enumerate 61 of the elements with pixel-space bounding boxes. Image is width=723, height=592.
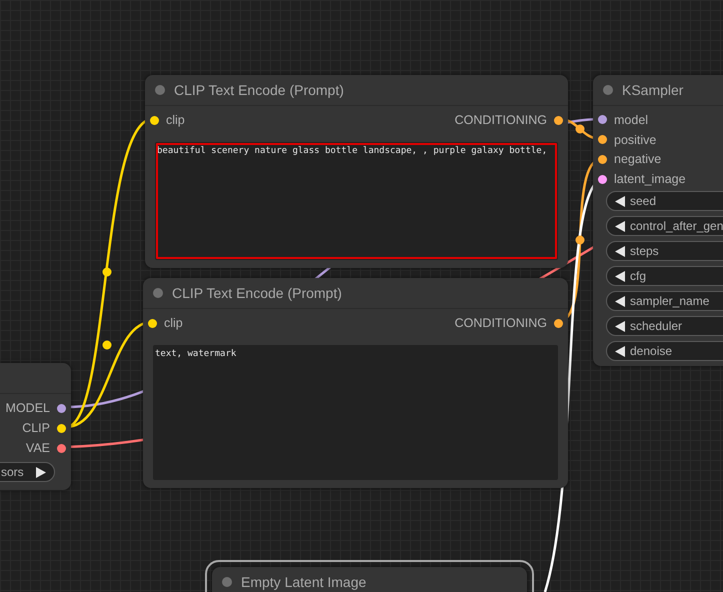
input-socket[interactable] [598,154,607,164]
left-triangle-icon [615,320,625,332]
input-socket[interactable] [598,115,607,124]
node-title: CLIP Text Encode (Prompt) [174,82,344,98]
output-label: CONDITIONING [454,316,547,330]
value-widget[interactable]: denoise [606,341,723,361]
output-socket[interactable] [554,318,563,328]
input-label: clip [164,316,183,330]
left-triangle-icon [615,346,625,356]
output-socket[interactable] [57,444,66,452]
input-label: positive [614,132,656,147]
value-widget[interactable]: seed [606,191,723,211]
input-label: model [614,112,648,127]
node-title-bar[interactable]: CLIP Text Encode (Prompt) [143,278,568,309]
right-triangle-icon [36,466,46,478]
combo-widget[interactable]: sors [0,462,55,482]
reroute-dot[interactable] [576,124,584,134]
input-label: negative [614,152,662,166]
value-widget[interactable]: scheduler [606,316,723,336]
node-title: KSampler [622,82,684,98]
reroute-dot[interactable] [102,340,112,350]
reroute-dot[interactable] [102,268,112,276]
output-label: CONDITIONING [454,113,547,127]
value-widget[interactable]: control_after_gen [606,216,723,236]
input-socket[interactable] [148,318,157,328]
prompt-field[interactable]: beautiful scenery nature glass bottle landscape, , purple galaxy bottle, [155,142,558,260]
reroute-dot[interactable] [576,236,584,244]
output-socket[interactable] [554,116,563,124]
value-widget[interactable]: steps [606,241,723,261]
node-panel[interactable]: KSampler model positive negative latent_image seed control_after_gen steps cfg sampler_name scheduler denoise [593,75,723,366]
node-panel[interactable]: CLIP Text Encode (Prompt) clip CONDITIONING text, watermark [143,278,568,488]
input-label: latent_image [614,172,686,186]
value-widget[interactable]: sampler_name [606,291,723,311]
collapse-dot-icon[interactable] [153,288,163,298]
input-socket[interactable] [150,116,159,124]
graph-canvas[interactable] [0,0,723,592]
node-panel[interactable]: MODEL CLIP VAE sors [0,363,71,490]
node-title: CLIP Text Encode (Prompt) [172,285,342,301]
node-title-bar[interactable]: KSampler [593,75,723,106]
output-label: CLIP [22,421,50,435]
node-title: Empty Latent Image [241,574,366,590]
node-panel[interactable]: CLIP Text Encode (Prompt) clip CONDITIONING beautiful scenery nature glass bottle landscape, , purple galaxy bottle, [145,75,568,268]
output-label: MODEL [6,401,50,415]
prompt-field[interactable]: text, watermark [153,345,558,480]
node-title-bar[interactable]: CLIP Text Encode (Prompt) [145,75,568,106]
left-triangle-icon [615,246,625,256]
left-triangle-icon [615,196,625,206]
output-label: VAE [26,441,50,455]
input-socket[interactable] [598,135,607,144]
input-socket[interactable] [598,174,607,184]
collapse-dot-icon[interactable] [155,85,165,95]
input-label: clip [166,113,185,127]
node-panel[interactable]: Empty Latent Image [212,567,527,592]
left-triangle-icon [615,220,625,232]
collapse-dot-icon[interactable] [222,577,232,587]
output-socket[interactable] [57,424,66,432]
left-triangle-icon [615,270,625,282]
collapse-dot-icon[interactable] [603,85,613,95]
left-triangle-icon [615,296,625,306]
output-socket[interactable] [57,404,66,412]
value-widget[interactable]: cfg [606,266,723,286]
